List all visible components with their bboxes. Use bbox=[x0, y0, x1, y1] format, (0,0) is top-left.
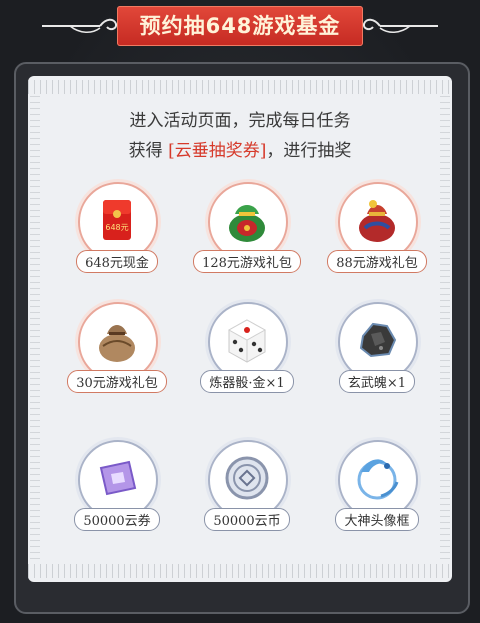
header: 预约抽648游戏基金 bbox=[0, 0, 480, 62]
svg-text:648元: 648元 bbox=[105, 223, 128, 232]
green-gift-bag-icon bbox=[229, 205, 265, 242]
prize-label: 炼器骰·金×1 bbox=[200, 370, 294, 393]
intro-prefix: 获得 bbox=[128, 141, 169, 161]
purple-ticket-icon bbox=[99, 460, 137, 496]
prize-label: 128元游戏礼包 bbox=[193, 250, 301, 273]
prize-label: 玄武魄×1 bbox=[338, 370, 416, 393]
red-envelope-icon: 648元 bbox=[103, 200, 131, 240]
dice-icon bbox=[227, 319, 267, 363]
left-ornament-icon bbox=[42, 18, 118, 33]
prize-label: 648元现金 bbox=[76, 250, 158, 273]
prize-item: 炼器骰·金×1 bbox=[182, 302, 312, 402]
intro-line-1: 进入活动页面，完成每日任务 bbox=[129, 111, 351, 131]
top-ruler-decoration bbox=[28, 80, 452, 94]
prize-item: 30元游戏礼包 bbox=[52, 302, 182, 402]
brown-gift-bag-icon bbox=[99, 325, 135, 362]
bottom-ruler-decoration bbox=[28, 564, 452, 578]
prize-item: 88元游戏礼包 bbox=[312, 182, 442, 282]
prize-label: 30元游戏礼包 bbox=[67, 370, 167, 393]
prize-item: 648元 648元现金 bbox=[52, 182, 182, 282]
avatar-frame-icon bbox=[357, 459, 399, 500]
ticket-name: [云垂抽奖券] bbox=[168, 141, 267, 161]
silver-coin-icon bbox=[225, 456, 269, 500]
prize-label: 大神头像框 bbox=[335, 508, 419, 531]
intro-suffix: ，进行抽奖 bbox=[266, 141, 352, 161]
intro-line-2: 获得 [云垂抽奖券]，进行抽奖 bbox=[28, 136, 452, 161]
prize-label: 88元游戏礼包 bbox=[327, 250, 427, 273]
prize-item: 128元游戏礼包 bbox=[182, 182, 312, 282]
page-title: 预约抽648游戏基金 bbox=[139, 14, 341, 38]
ore-stone-icon bbox=[359, 322, 397, 358]
prize-item: 50000云币 bbox=[182, 440, 312, 540]
prize-label: 50000云币 bbox=[204, 508, 290, 531]
prize-item: 50000云券 bbox=[52, 440, 182, 540]
prize-item: 玄武魄×1 bbox=[312, 302, 442, 402]
prize-item: 大神头像框 bbox=[312, 440, 442, 540]
right-ornament-icon bbox=[362, 18, 438, 33]
red-gift-bag-icon bbox=[359, 200, 395, 242]
prize-label: 50000云券 bbox=[74, 508, 160, 531]
left-ruler-decoration bbox=[30, 96, 40, 562]
